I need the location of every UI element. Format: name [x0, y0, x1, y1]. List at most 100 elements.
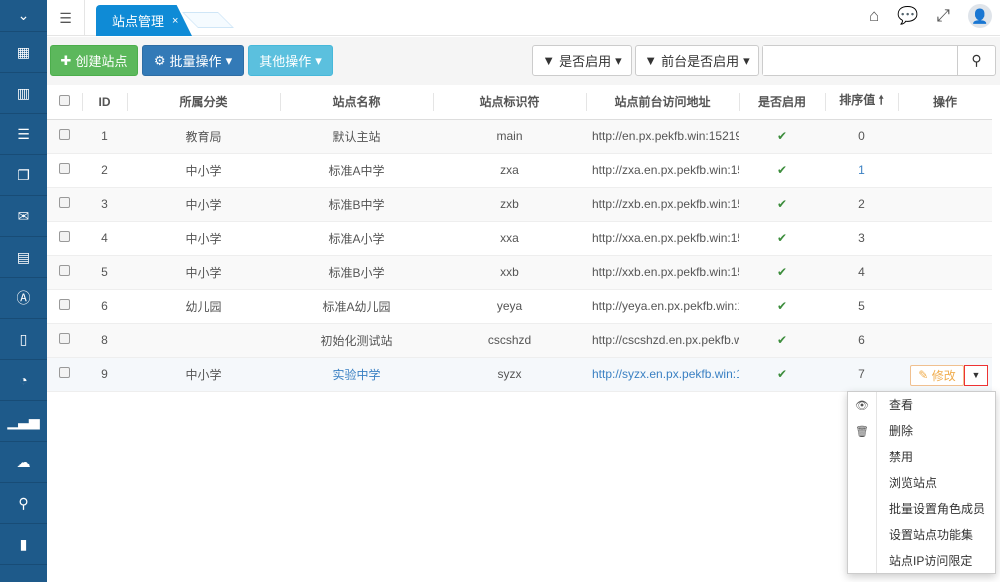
cell-url[interactable]: http://cscshzd.en.px.pekfb.w [586, 323, 739, 357]
dropdown-item[interactable]: 批量设置角色成员 [877, 496, 995, 522]
cell-id: 8 [82, 323, 127, 357]
table-row[interactable]: 8 初始化测试站 cscshzd http://cscshzd.en.px.pe… [47, 323, 992, 357]
cell-url[interactable]: http://zxb.en.px.pekfb.win:15 [586, 187, 739, 221]
avatar[interactable]: 👤 [968, 4, 992, 28]
cell-name[interactable]: 默认主站 [280, 119, 433, 153]
dropdown-item[interactable]: 站点IP访问限定 [877, 548, 995, 574]
dropdown-item[interactable]: 查看 [877, 392, 995, 418]
dropdown-item[interactable]: 浏览站点 [877, 470, 995, 496]
cell-category: 中小学 [127, 187, 280, 221]
home-icon[interactable]: ⌂ [869, 6, 879, 26]
checkbox[interactable] [59, 163, 70, 174]
checkbox[interactable] [59, 333, 70, 344]
wechat-icon[interactable]: ☁ [0, 442, 47, 483]
sidebar: ⌄▦▥☰❐✉▤Ⓐ▯◔▁▃▅☁⚲▮ [0, 0, 47, 582]
row-checkbox[interactable] [47, 323, 82, 357]
search-icon[interactable]: ⚲ [0, 483, 47, 524]
cell-url[interactable]: http://xxb.en.px.pekfb.win:15 [586, 255, 739, 289]
file-icon[interactable]: ▮ [0, 524, 47, 565]
batch-operations-button[interactable]: ⚙批量操作▾ [142, 45, 244, 76]
row-checkbox[interactable] [47, 221, 82, 255]
cell-url[interactable]: http://yeya.en.px.pekfb.win:1 [586, 289, 739, 323]
col-actions: 操作 [898, 85, 992, 119]
filter-enabled-button[interactable]: ▼是否启用▾ [532, 45, 632, 76]
cell-url[interactable]: http://xxa.en.px.pekfb.win:15 [586, 221, 739, 255]
cell-sort: 7 [825, 357, 898, 391]
other-operations-button[interactable]: 其他操作▾ [248, 45, 333, 76]
cell-category: 中小学 [127, 255, 280, 289]
cell-code: xxa [433, 221, 586, 255]
checkbox[interactable] [59, 299, 70, 310]
checkbox[interactable] [59, 367, 70, 378]
col-category[interactable]: 所属分类 [127, 85, 280, 119]
cell-id: 2 [82, 153, 127, 187]
tab-site-management[interactable]: 站点管理 × [96, 5, 192, 36]
create-label: 创建站点 [75, 51, 127, 70]
col-sort[interactable]: 排序值 🠕 [825, 85, 898, 119]
bar-chart-icon[interactable]: ▥ [0, 73, 47, 114]
cell-actions [898, 289, 992, 323]
actions-dropdown-toggle[interactable]: ▼ [964, 365, 988, 386]
col-enabled[interactable]: 是否启用 [739, 85, 825, 119]
cell-name[interactable]: 标准A小学 [280, 221, 433, 255]
dropdown-item[interactable]: 设置站点功能集 [877, 522, 995, 548]
table-row[interactable]: 6 幼儿园 标准A幼儿园 yeya http://yeya.en.px.pekf… [47, 289, 992, 323]
checkbox[interactable] [59, 197, 70, 208]
cell-name[interactable]: 标准A中学 [280, 153, 433, 187]
table-row[interactable]: 9 中小学 实验中学 syzx http://syzx.en.px.pekfb.… [47, 357, 992, 391]
select-all[interactable] [47, 85, 82, 119]
filter-front-enabled-button[interactable]: ▼前台是否启用▾ [635, 45, 759, 76]
cell-name[interactable]: 标准B小学 [280, 255, 433, 289]
search-input[interactable] [763, 46, 953, 75]
menu-toggle-icon[interactable]: ☰ [47, 0, 85, 36]
checkbox[interactable] [59, 231, 70, 242]
dropdown-item[interactable]: 禁用 [877, 444, 995, 470]
cell-name[interactable]: 初始化测试站 [280, 323, 433, 357]
row-checkbox[interactable] [47, 255, 82, 289]
row-checkbox[interactable] [47, 289, 82, 323]
edit-button[interactable]: ✎ 修改 [910, 365, 964, 386]
cell-sort: 6 [825, 323, 898, 357]
row-checkbox[interactable] [47, 153, 82, 187]
table-row[interactable]: 1 教育局 默认主站 main http://en.px.pekfb.win:1… [47, 119, 992, 153]
enabled-check-icon: ✔ [739, 187, 825, 221]
table-row[interactable]: 5 中小学 标准B小学 xxb http://xxb.en.px.pekfb.w… [47, 255, 992, 289]
cell-name[interactable]: 实验中学 [280, 357, 433, 391]
checkbox[interactable] [59, 129, 70, 140]
search-icon[interactable]: ⚲ [957, 46, 995, 75]
chevron-down-icon[interactable]: ⌄ [0, 0, 47, 32]
table-row[interactable]: 4 中小学 标准A小学 xxa http://xxa.en.px.pekfb.w… [47, 221, 992, 255]
checkbox[interactable] [59, 265, 70, 276]
row-checkbox[interactable] [47, 187, 82, 221]
create-site-button[interactable]: ✚创建站点 [50, 45, 138, 76]
cell-url[interactable]: http://en.px.pekfb.win:15219 [586, 119, 739, 153]
cell-actions [898, 153, 992, 187]
inbox-icon[interactable]: ▤ [0, 237, 47, 278]
table-row[interactable]: 3 中小学 标准B中学 zxb http://zxb.en.px.pekfb.w… [47, 187, 992, 221]
col-code[interactable]: 站点标识符 [433, 85, 586, 119]
grid-icon[interactable]: ▦ [0, 32, 47, 73]
col-name[interactable]: 站点名称 [280, 85, 433, 119]
cell-url[interactable]: http://syzx.en.px.pekfb.win:1 [586, 357, 739, 391]
checkbox[interactable] [59, 95, 70, 106]
file-text-icon[interactable]: ▯ [0, 319, 47, 360]
row-checkbox[interactable] [47, 119, 82, 153]
pie-chart-icon[interactable]: ◔ [0, 360, 47, 401]
cell-url[interactable]: http://zxa.en.px.pekfb.win:15 [586, 153, 739, 187]
stats-icon[interactable]: ▁▃▅ [0, 401, 47, 442]
copy-icon[interactable]: ❐ [0, 155, 47, 196]
database-icon[interactable]: ☰ [0, 114, 47, 155]
col-id[interactable]: ID [82, 85, 127, 119]
dropdown-item[interactable]: 删除 [877, 418, 995, 444]
cell-name[interactable]: 标准A幼儿园 [280, 289, 433, 323]
ad-icon[interactable]: Ⓐ [0, 278, 47, 319]
cell-name[interactable]: 标准B中学 [280, 187, 433, 221]
row-checkbox[interactable] [47, 357, 82, 391]
table-row[interactable]: 2 中小学 标准A中学 zxa http://zxa.en.px.pekfb.w… [47, 153, 992, 187]
chat-icon[interactable]: 💬 [897, 6, 918, 26]
table-header: ID 所属分类 站点名称 站点标识符 站点前台访问地址 是否启用 排序值 🠕 操… [47, 85, 992, 119]
fullscreen-icon[interactable]: ⤢ [936, 6, 950, 26]
close-icon[interactable]: × [172, 15, 178, 27]
col-url[interactable]: 站点前台访问地址 [586, 85, 739, 119]
envelope-icon[interactable]: ✉ [0, 196, 47, 237]
